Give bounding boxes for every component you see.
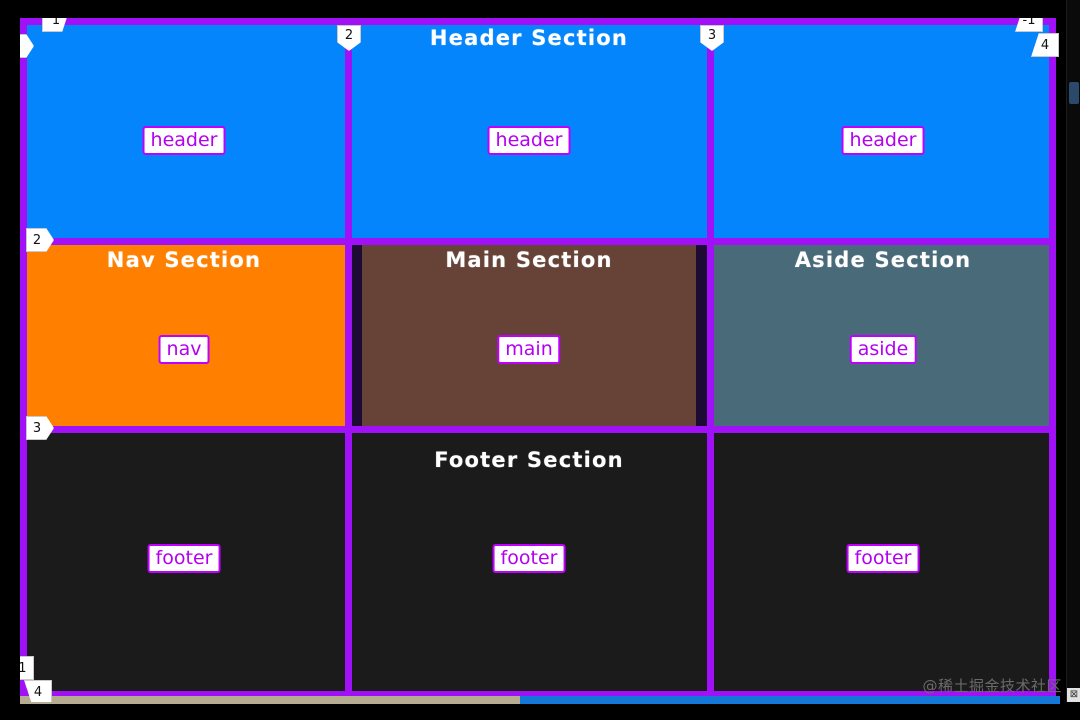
- horizontal-scrollbar-track[interactable]: [20, 696, 520, 704]
- element-tag-badge-header-3: header: [841, 126, 925, 155]
- element-tag-badge-footer-1: footer: [147, 544, 221, 573]
- site-watermark: @稀土掘金技术社区: [922, 677, 1062, 695]
- grid-area-aside[interactable]: Aside Section aside: [710, 240, 1056, 426]
- horizontal-scrollbar-thumb[interactable]: [520, 696, 1060, 704]
- grid-area-footer-1[interactable]: footer: [20, 426, 348, 694]
- element-tag-badge-main: main: [497, 335, 561, 364]
- section-title-aside: Aside Section: [794, 248, 972, 272]
- main-inner-box: Main Section main: [362, 240, 696, 426]
- document-area: header Header Section header header Nav …: [20, 18, 1060, 702]
- element-tag-badge-footer-3: footer: [846, 544, 920, 573]
- resizer-grip-icon[interactable]: ⊠: [1067, 688, 1080, 702]
- element-tag-badge-footer-2: footer: [492, 544, 566, 573]
- grid-area-main[interactable]: Main Section main: [348, 240, 710, 426]
- horizontal-scrollbar[interactable]: [20, 696, 1060, 704]
- section-title-main: Main Section: [445, 248, 613, 272]
- grid-area-footer-2[interactable]: Footer Section footer: [348, 426, 710, 694]
- grid-area-footer-3[interactable]: footer: [710, 426, 1056, 694]
- grid-line-label-row-negative-1: -1: [20, 656, 34, 680]
- section-title-nav: Nav Section: [106, 248, 262, 272]
- element-tag-badge-header-2: header: [487, 126, 571, 155]
- grid-area-header-2[interactable]: Header Section header: [348, 18, 710, 240]
- css-grid-container: header Header Section header header Nav …: [20, 18, 1056, 698]
- grid-line-label-column-negative-1: -1: [1015, 18, 1043, 32]
- vertical-scrollbar[interactable]: ⊠: [1066, 0, 1080, 702]
- element-tag-badge-header-1: header: [142, 126, 226, 155]
- grid-area-header-1[interactable]: header: [20, 18, 348, 240]
- element-tag-badge-nav: nav: [158, 335, 210, 364]
- grid-area-nav[interactable]: Nav Section nav: [20, 240, 348, 426]
- grid-area-header-3[interactable]: header: [710, 18, 1056, 240]
- section-title-footer: Footer Section: [434, 448, 624, 472]
- browser-viewport: header Header Section header header Nav …: [0, 0, 1080, 720]
- section-title-header: Header Section: [429, 26, 629, 50]
- vertical-scrollbar-thumb[interactable]: [1069, 82, 1079, 104]
- element-tag-badge-aside: aside: [849, 335, 917, 364]
